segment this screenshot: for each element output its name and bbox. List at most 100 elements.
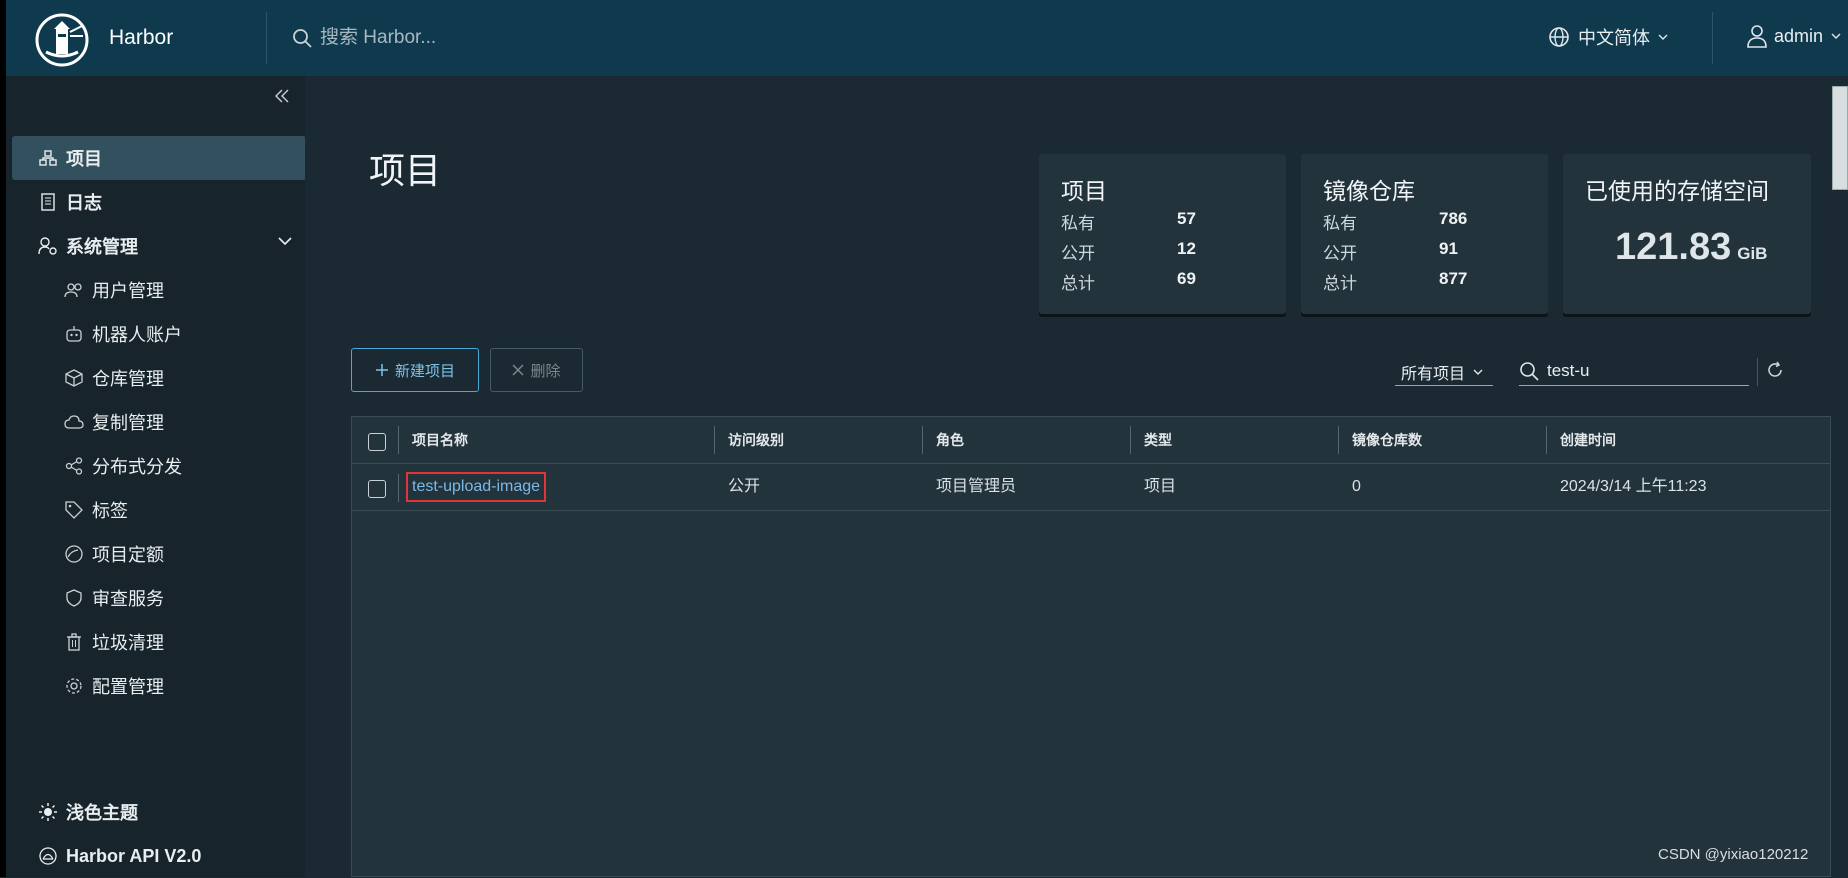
sun-icon — [38, 802, 58, 822]
sidebar-item-registries[interactable]: 仓库管理 — [6, 356, 306, 400]
chevron-down-icon — [1473, 369, 1483, 375]
column-header-access[interactable]: 访问级别 — [714, 417, 922, 463]
user-menu[interactable]: admin — [1746, 24, 1841, 48]
refresh-icon[interactable] — [1765, 360, 1785, 380]
admin-icon — [38, 236, 58, 256]
project-search[interactable] — [1519, 356, 1749, 386]
global-search-input[interactable] — [318, 26, 562, 50]
stat-label: 私有 — [1323, 214, 1357, 233]
column-header-role[interactable]: 角色 — [922, 417, 1130, 463]
sidebar-item-label: 机器人账户 — [92, 325, 182, 345]
new-project-button[interactable]: 新建项目 — [351, 348, 479, 392]
language-selector[interactable]: 中文简体 — [1548, 24, 1668, 50]
select-all-checkbox[interactable] — [368, 433, 386, 451]
username-label: admin — [1774, 25, 1824, 46]
sidebar-item-label: 标签 — [92, 501, 128, 521]
global-search[interactable] — [292, 24, 562, 52]
sidebar-item-label: 配置管理 — [92, 677, 164, 697]
project-search-input[interactable] — [1545, 359, 1739, 382]
delete-button[interactable]: 删除 — [490, 348, 583, 392]
sidebar-item-label: 项目 — [66, 149, 102, 169]
card-title: 镜像仓库 — [1323, 178, 1415, 204]
type-cell: 项目 — [1144, 478, 1177, 495]
search-icon — [292, 28, 312, 48]
card-title: 项目 — [1061, 178, 1107, 204]
harbor-logo-icon[interactable] — [34, 12, 90, 68]
collapse-sidebar-icon[interactable] — [274, 88, 290, 104]
project-name-link[interactable]: test-upload-image — [406, 472, 547, 502]
sidebar-item-labels[interactable]: 标签 — [6, 488, 306, 532]
side-panel-tab[interactable] — [1832, 86, 1848, 190]
api-label: Harbor API V2.0 — [66, 845, 202, 866]
stat-value: 12 — [1177, 239, 1196, 258]
sidebar-item-interrogation-services[interactable]: 审查服务 — [6, 576, 306, 620]
column-header-created[interactable]: 创建时间 — [1546, 417, 1830, 463]
storage-unit: GiB — [1737, 244, 1768, 263]
sidebar-item-garbage-collection[interactable]: 垃圾清理 — [6, 620, 306, 664]
theme-label: 浅色主题 — [66, 803, 138, 823]
top-navigation-bar: Harbor 中文简体 admin — [0, 0, 1848, 76]
table-row: test-upload-image 公开 项目管理员 项目 0 2024/3/1… — [352, 464, 1830, 511]
stat-label: 私有 — [1061, 214, 1095, 233]
api-link[interactable]: Harbor API V2.0 — [6, 834, 306, 878]
users-icon — [64, 280, 84, 300]
divider — [266, 12, 267, 64]
chevron-down-icon — [278, 237, 292, 245]
project-filter-select[interactable]: 所有项目 — [1395, 358, 1493, 386]
log-icon — [38, 192, 58, 212]
close-icon — [512, 364, 525, 376]
table-header: 项目名称 访问级别 角色 类型 镜像仓库数 创建时间 — [352, 417, 1830, 464]
sidebar-item-robot-accounts[interactable]: 机器人账户 — [6, 312, 306, 356]
cloud-icon — [64, 412, 84, 432]
stat-value: 57 — [1177, 209, 1196, 228]
filter-label: 所有项目 — [1401, 365, 1466, 383]
robot-icon — [64, 324, 84, 344]
watermark: CSDN @yixiao120212 — [1658, 846, 1809, 863]
projects-summary-card: 项目 私有 57 公开 12 总计 69 — [1039, 154, 1286, 314]
role-cell: 项目管理员 — [936, 478, 1017, 495]
theme-toggle[interactable]: 浅色主题 — [6, 790, 306, 834]
new-project-label: 新建项目 — [394, 362, 455, 380]
sidebar-item-administration[interactable]: 系统管理 — [6, 224, 306, 268]
repo-count-cell: 0 — [1352, 478, 1361, 495]
stat-label: 总计 — [1323, 274, 1357, 293]
sidebar-item-users[interactable]: 用户管理 — [6, 268, 306, 312]
column-header-name[interactable]: 项目名称 — [398, 417, 714, 463]
globe-icon — [1548, 26, 1570, 48]
sidebar-item-label: 仓库管理 — [92, 369, 164, 389]
stat-label: 公开 — [1061, 244, 1095, 263]
trash-icon — [64, 632, 84, 652]
sidebar-item-label: 审查服务 — [92, 589, 164, 609]
sidebar-item-label: 系统管理 — [66, 237, 138, 257]
stat-value: 786 — [1439, 209, 1468, 228]
divider — [1712, 12, 1713, 64]
stat-value: 877 — [1439, 269, 1468, 288]
storage-value: 121.83 GiB — [1615, 226, 1767, 269]
shield-icon — [64, 588, 84, 608]
stat-label: 总计 — [1061, 274, 1095, 293]
user-icon — [1746, 24, 1768, 48]
sidebar-item-distributions[interactable]: 分布式分发 — [6, 444, 306, 488]
brand-name[interactable]: Harbor — [109, 26, 173, 50]
column-header-repo-count[interactable]: 镜像仓库数 — [1338, 417, 1546, 463]
sidebar-item-projects[interactable]: 项目 — [12, 136, 306, 180]
sidebar-item-label: 分布式分发 — [92, 457, 182, 477]
sidebar-item-logs[interactable]: 日志 — [6, 180, 306, 224]
search-icon — [1519, 361, 1539, 381]
divider — [1757, 358, 1758, 386]
card-title: 已使用的存储空间 — [1585, 178, 1769, 204]
sidebar-item-replications[interactable]: 复制管理 — [6, 400, 306, 444]
column-header-type[interactable]: 类型 — [1130, 417, 1338, 463]
projects-table: 项目名称 访问级别 角色 类型 镜像仓库数 创建时间 test-upload-i… — [351, 416, 1831, 877]
stat-value: 91 — [1439, 239, 1458, 258]
stat-label: 公开 — [1323, 244, 1357, 263]
language-label: 中文简体 — [1578, 28, 1650, 48]
gear-icon — [64, 676, 84, 696]
sidebar-item-label: 项目定额 — [92, 545, 164, 565]
row-checkbox[interactable] — [368, 480, 386, 498]
sidebar-item-configuration[interactable]: 配置管理 — [6, 664, 306, 708]
project-name-cell: test-upload-image — [398, 464, 714, 510]
share-icon — [64, 456, 84, 476]
storage-summary-card: 已使用的存储空间 121.83 GiB — [1563, 154, 1811, 314]
sidebar-item-project-quotas[interactable]: 项目定额 — [6, 532, 306, 576]
